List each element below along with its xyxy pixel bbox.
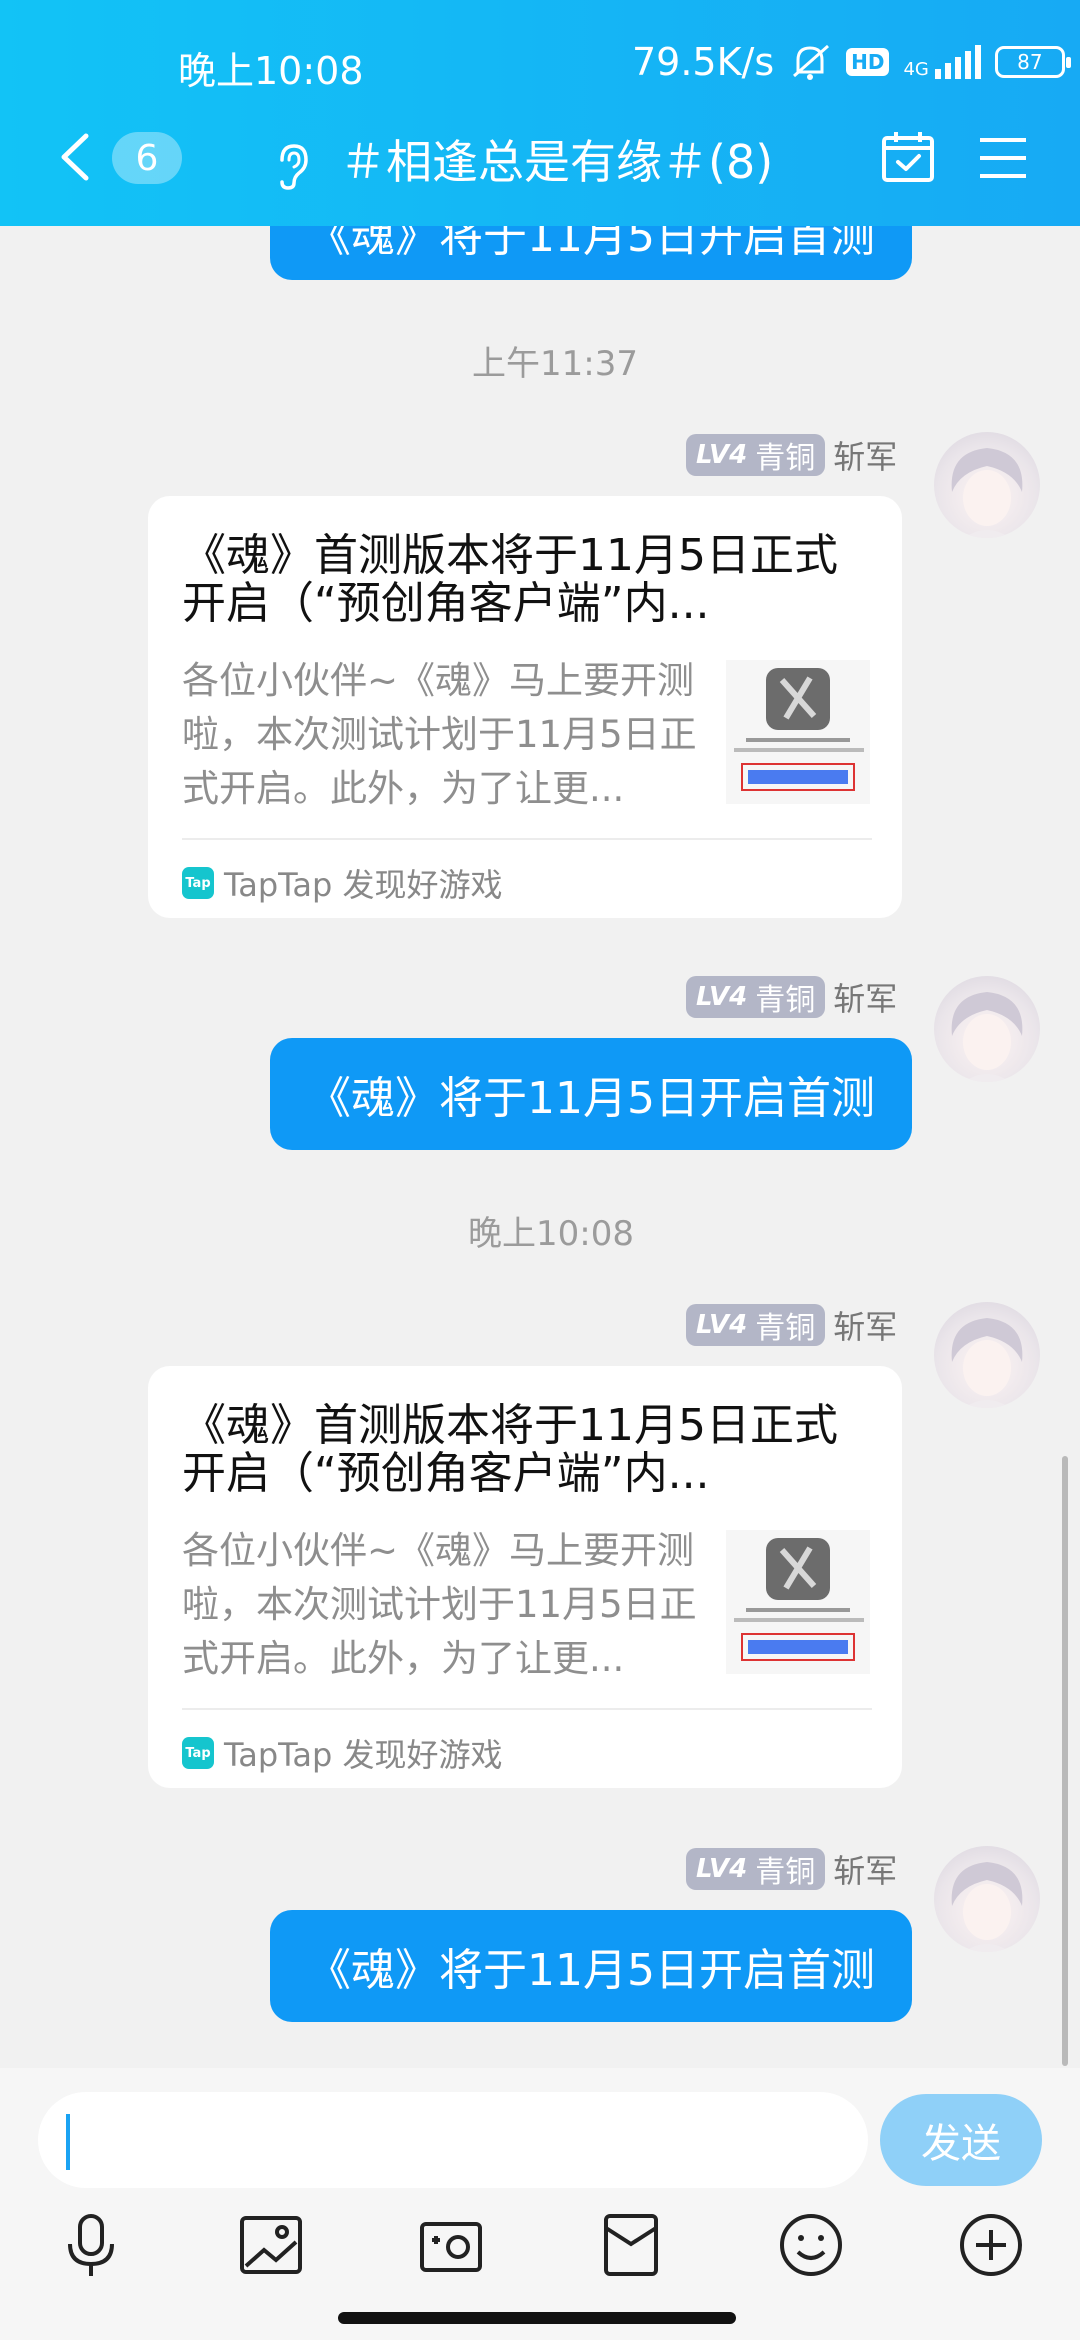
microphone-icon[interactable] xyxy=(56,2210,126,2280)
sender-name[interactable]: 斩军 xyxy=(833,1846,897,1892)
card-thumbnail xyxy=(726,660,870,804)
message-bubble[interactable]: 《魂》将于11月5日开启首测 xyxy=(270,1038,912,1150)
card-source-label: TapTap 发现好游戏 xyxy=(224,1736,503,1774)
card-divider xyxy=(182,1708,872,1710)
sender-info: LV4 青铜 斩军 xyxy=(686,1846,897,1892)
card-title: 《魂》首测版本将于11月5日正式开启（“预创角客户端”内... xyxy=(182,530,838,629)
status-icons: 79.5K/s HD 4G 87 xyxy=(632,40,1071,84)
level-badge: LV4 青铜 xyxy=(686,976,826,1018)
level-badge: LV4 青铜 xyxy=(686,434,826,476)
timestamp: 上午11:37 xyxy=(472,344,638,384)
message-input[interactable] xyxy=(38,2092,868,2188)
chat-title: ＃相逢总是有缘＃(8) xyxy=(340,135,774,189)
share-card[interactable]: 《魂》首测版本将于11月5日正式开启（“预创角客户端”内... 各位小伙伴~《魂… xyxy=(148,496,902,918)
plus-icon[interactable] xyxy=(956,2210,1026,2280)
card-source-label: TapTap 发现好游戏 xyxy=(224,866,503,904)
level-label: LV4 xyxy=(696,440,748,470)
emoji-icon[interactable] xyxy=(776,2210,846,2280)
back-icon[interactable] xyxy=(54,130,96,184)
avatar[interactable] xyxy=(934,432,1040,538)
chat-header: 晚上10:08 79.5K/s HD 4G 87 6 ＃相逢总是有缘＃(8) xyxy=(0,0,1080,226)
sender-name[interactable]: 斩军 xyxy=(833,974,897,1020)
send-button[interactable]: 发送 xyxy=(880,2094,1042,2186)
rank-label: 青铜 xyxy=(755,983,816,1018)
card-description: 各位小伙伴~《魂》马上要开测啦，本次测试计划于11月5日正式开启。此外，为了让更… xyxy=(182,1529,697,1680)
image-icon[interactable] xyxy=(236,2210,306,2280)
avatar[interactable] xyxy=(934,976,1040,1082)
signal-icon: 4G xyxy=(903,45,981,80)
message-bubble[interactable]: 《魂》将于11月5日开启首测 xyxy=(270,1910,912,2022)
sender-info: LV4 青铜 斩军 xyxy=(686,974,897,1020)
card-source: Tap TapTap 发现好游戏 xyxy=(182,860,503,906)
level-badge: LV4 青铜 xyxy=(686,1304,826,1346)
menu-icon[interactable] xyxy=(978,136,1028,180)
ear-icon[interactable] xyxy=(272,140,312,192)
sender-info: LV4 青铜 斩军 xyxy=(686,432,897,478)
unread-badge[interactable]: 6 xyxy=(112,132,182,184)
calendar-check-icon[interactable] xyxy=(880,128,936,184)
level-label: LV4 xyxy=(696,1310,748,1340)
rank-label: 青铜 xyxy=(755,1311,816,1346)
level-label: LV4 xyxy=(696,1854,748,1884)
mute-icon xyxy=(793,44,830,80)
scrollbar[interactable] xyxy=(1062,1456,1068,2066)
taptap-logo-icon: Tap xyxy=(182,867,214,899)
avatar[interactable] xyxy=(934,1846,1040,1952)
card-source: Tap TapTap 发现好游戏 xyxy=(182,1730,503,1776)
card-title: 《魂》首测版本将于11月5日正式开启（“预创角客户端”内... xyxy=(182,1400,838,1499)
taptap-logo-icon: Tap xyxy=(182,1737,214,1769)
battery-icon: 87 xyxy=(994,46,1071,78)
camera-icon[interactable] xyxy=(416,2210,486,2280)
rank-label: 青铜 xyxy=(755,441,816,476)
red-packet-icon[interactable] xyxy=(596,2210,666,2280)
level-badge: LV4 青铜 xyxy=(686,1848,826,1890)
rank-label: 青铜 xyxy=(755,1855,816,1890)
signal-type: 4G xyxy=(903,59,929,80)
home-indicator[interactable] xyxy=(338,2312,736,2324)
timestamp: 晚上10:08 xyxy=(468,1214,634,1254)
card-divider xyxy=(182,838,872,840)
sender-name[interactable]: 斩军 xyxy=(833,432,897,478)
share-card[interactable]: 《魂》首测版本将于11月5日正式开启（“预创角客户端”内... 各位小伙伴~《魂… xyxy=(148,1366,902,1788)
text-caret xyxy=(66,2114,70,2170)
level-label: LV4 xyxy=(696,982,748,1012)
card-description: 各位小伙伴~《魂》马上要开测啦，本次测试计划于11月5日正式开启。此外，为了让更… xyxy=(182,659,697,810)
avatar[interactable] xyxy=(934,1302,1040,1408)
sender-info: LV4 青铜 斩军 xyxy=(686,1302,897,1348)
card-thumbnail xyxy=(726,1530,870,1674)
battery-level: 87 xyxy=(1017,50,1043,74)
hd-icon: HD xyxy=(846,48,890,76)
network-speed: 79.5K/s xyxy=(632,40,775,84)
sender-name[interactable]: 斩军 xyxy=(833,1302,897,1348)
status-time: 晚上10:08 xyxy=(178,49,364,93)
